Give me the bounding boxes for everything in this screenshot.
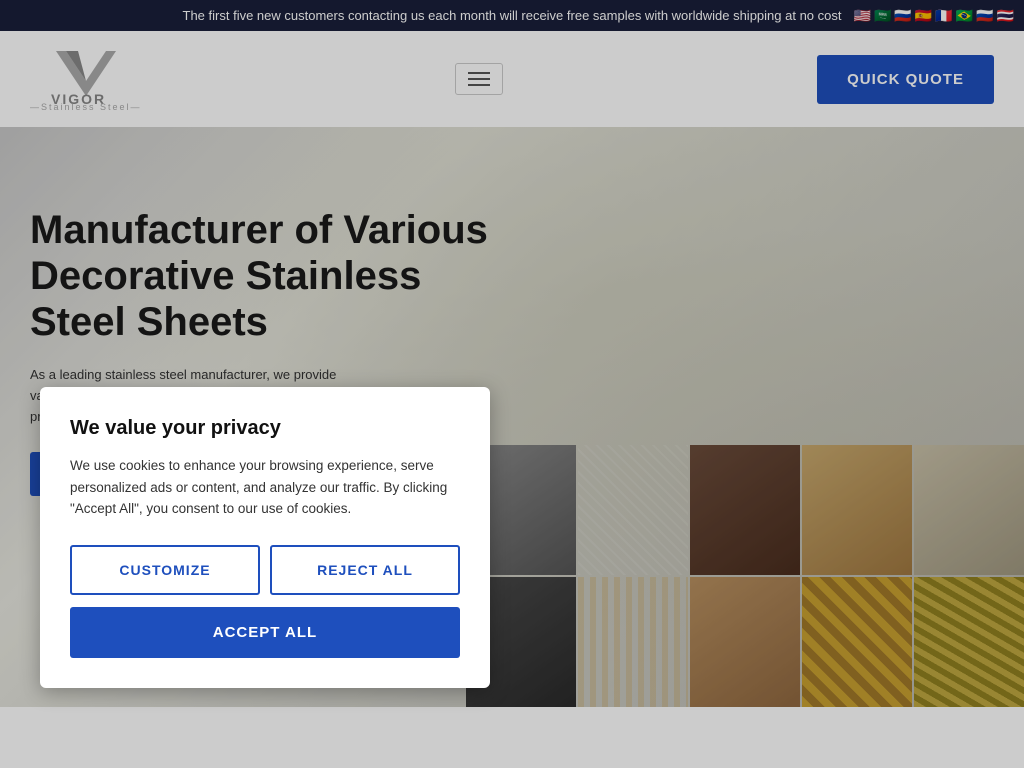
cookie-action-row: CUSTOMIZE REJECT ALL [70,545,460,595]
cookie-title: We value your privacy [70,417,460,440]
cookie-accept-button[interactable]: ACCEPT ALL [70,607,460,658]
cookie-reject-button[interactable]: REJECT ALL [270,545,460,595]
cookie-customize-button[interactable]: CUSTOMIZE [70,545,260,595]
cookie-modal: We value your privacy We use cookies to … [40,387,490,688]
cookie-body: We use cookies to enhance your browsing … [70,455,460,520]
